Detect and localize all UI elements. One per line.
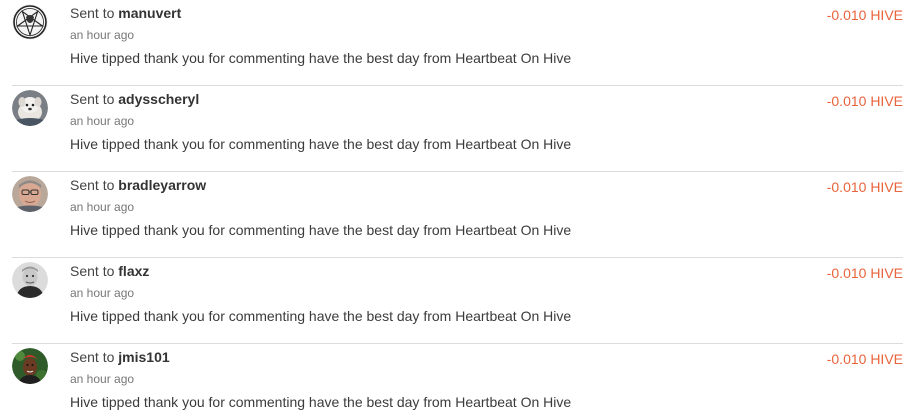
timestamp: an hour ago xyxy=(70,372,135,386)
memo-text: Hive tipped thank you for commenting hav… xyxy=(70,50,572,66)
timestamp: an hour ago xyxy=(70,286,135,300)
avatar[interactable] xyxy=(12,90,48,126)
sent-to-label: Sent to flaxz xyxy=(70,263,149,279)
woman-red-headwrap-avatar xyxy=(12,348,48,384)
timestamp: an hour ago xyxy=(70,200,135,214)
man-glasses-avatar xyxy=(12,176,48,212)
transaction-row: Sent to bradleyarrow an hour ago Hive ti… xyxy=(12,172,903,258)
amount: -0.010 HIVE xyxy=(826,93,903,109)
avatar[interactable] xyxy=(12,262,48,298)
username-link[interactable]: jmis101 xyxy=(118,349,169,365)
timestamp: an hour ago xyxy=(70,114,135,128)
sent-to-label: Sent to manuvert xyxy=(70,5,181,21)
transaction-row: Sent to flaxz an hour ago Hive tipped th… xyxy=(12,258,903,344)
sent-prefix: Sent to xyxy=(70,263,115,279)
memo-text: Hive tipped thank you for commenting hav… xyxy=(70,308,572,324)
transaction-list: Sent to manuvert an hour ago Hive tipped… xyxy=(0,0,917,420)
amount: -0.010 HIVE xyxy=(826,179,903,195)
transaction-row: Sent to manuvert an hour ago Hive tipped… xyxy=(12,0,903,86)
avatar[interactable] xyxy=(12,176,48,212)
dog-avatar xyxy=(12,90,48,126)
memo-text: Hive tipped thank you for commenting hav… xyxy=(70,222,572,238)
sent-prefix: Sent to xyxy=(70,177,115,193)
amount: -0.010 HIVE xyxy=(826,351,903,367)
username-link[interactable]: flaxz xyxy=(118,263,149,279)
memo-text: Hive tipped thank you for commenting hav… xyxy=(70,394,572,410)
memo-text: Hive tipped thank you for commenting hav… xyxy=(70,136,572,152)
timestamp: an hour ago xyxy=(70,28,135,42)
sent-to-label: Sent to bradleyarrow xyxy=(70,177,206,193)
sent-prefix: Sent to xyxy=(70,349,115,365)
transaction-row: Sent to jmis101 an hour ago Hive tipped … xyxy=(12,344,903,420)
sent-to-label: Sent to adysscheryl xyxy=(70,91,199,107)
man-grayscale-avatar xyxy=(12,262,48,298)
username-link[interactable]: adysscheryl xyxy=(118,91,199,107)
sent-prefix: Sent to xyxy=(70,91,115,107)
username-link[interactable]: manuvert xyxy=(118,5,181,21)
amount: -0.010 HIVE xyxy=(826,7,903,23)
avatar[interactable] xyxy=(12,348,48,384)
avatar[interactable] xyxy=(12,4,48,40)
transaction-row: Sent to adysscheryl an hour ago Hive tip… xyxy=(12,86,903,172)
sent-to-label: Sent to jmis101 xyxy=(70,349,170,365)
pentagram-icon xyxy=(12,4,48,40)
amount: -0.010 HIVE xyxy=(826,265,903,281)
username-link[interactable]: bradleyarrow xyxy=(118,177,206,193)
sent-prefix: Sent to xyxy=(70,5,115,21)
